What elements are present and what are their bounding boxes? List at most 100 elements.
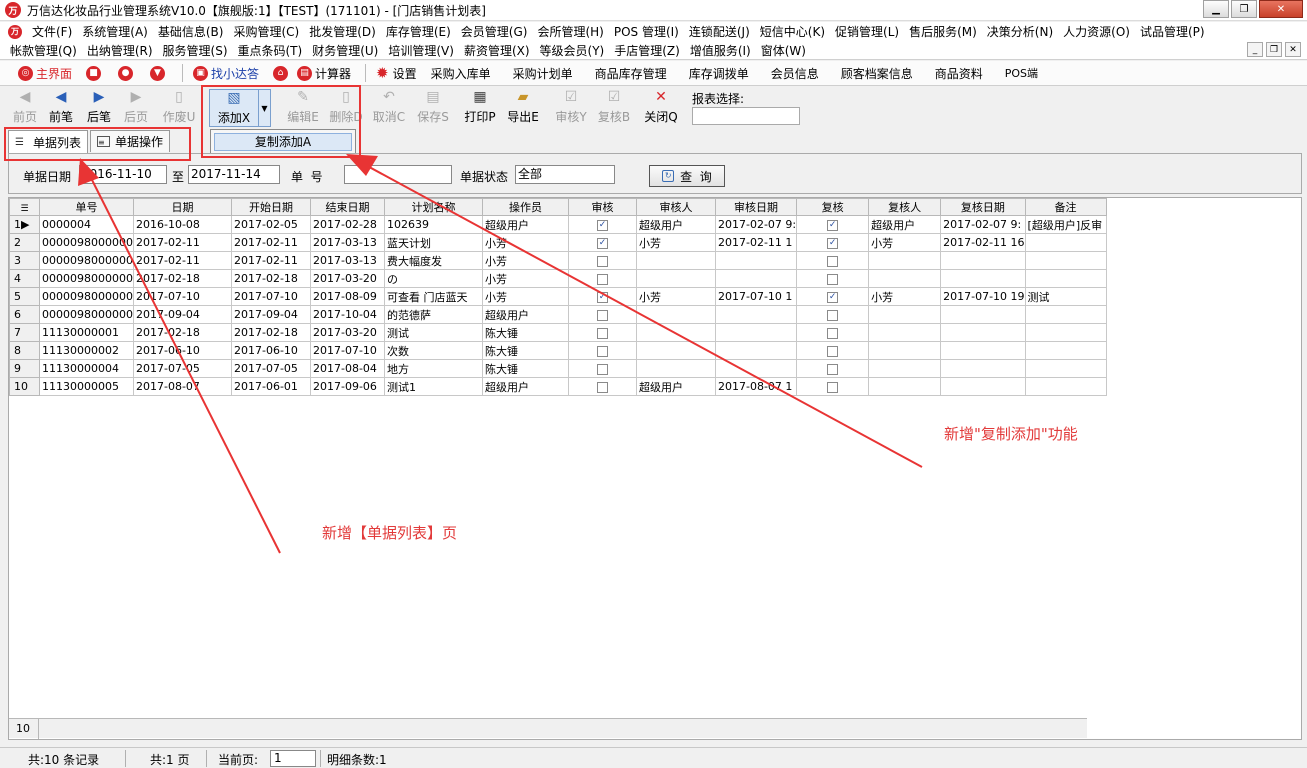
cell-op[interactable]: 陈大锤 [481,323,569,342]
menu-system[interactable]: 系统管理(A) [72,23,148,40]
cell-no[interactable]: 0000098000000 [39,251,134,270]
menu-file[interactable]: 文件(F) [22,23,72,40]
menu-finance[interactable]: 财务管理(U) [302,42,378,59]
cell-review-date[interactable] [940,305,1026,324]
cell-date[interactable]: 2017-02-11 [132,233,232,252]
cell-op[interactable]: 小芳 [481,269,569,288]
menu-salary[interactable]: 薪资管理(X) [454,42,530,59]
menu-basic-info[interactable]: 基础信息(B) [148,23,224,40]
audit-cell[interactable] [567,323,637,342]
cell-date[interactable]: 2017-09-04 [132,305,232,324]
cell-audit-date[interactable]: 2017-02-11 1 [714,233,798,252]
audit-checkbox[interactable] [596,381,608,393]
row-indicator-header[interactable]: ☰ [9,198,40,216]
reaudit-button[interactable]: ☑ 复核B [595,89,633,127]
row-number[interactable]: 8 [9,341,40,360]
menu-club[interactable]: 会所管理(H) [527,23,603,40]
cell-end[interactable]: 2017-08-04 [309,359,385,378]
cell-date[interactable]: 2017-06-10 [132,341,232,360]
shield-button[interactable]: ▼ [150,65,168,81]
restore-icon[interactable]: ❐ [1231,0,1257,18]
date-from-field[interactable]: 2016-11-10 [79,165,167,184]
menu-pos[interactable]: POS 管理(I) [604,23,679,40]
date-to-field[interactable]: 2017-11-14 [188,165,280,184]
menu-sms[interactable]: 短信中心(K) [750,23,825,40]
cell-start[interactable]: 2017-02-11 [230,251,311,270]
link-member-info[interactable]: 会员信息 [771,65,819,82]
menu-barcode[interactable]: 重点条码(T) [228,42,303,59]
cell-auditor[interactable] [635,251,716,270]
menu-member[interactable]: 会员管理(G) [451,23,528,40]
table-row[interactable]: 6 0000098000000 2017-09-04 2017-09-04 2017-1… [9,305,1107,324]
cell-reviewer[interactable] [868,377,942,396]
cell-auditor[interactable]: 超级用户 [635,377,716,396]
cell-start[interactable]: 2017-06-10 [230,341,311,360]
cell-name[interactable]: 次数 [383,341,483,360]
menu-distribution[interactable]: 连锁配送(J) [679,23,750,40]
export-button[interactable]: ▰ 导出E [504,89,542,127]
col-plan-name[interactable]: 计划名称 [383,198,483,216]
cell-auditor[interactable] [635,341,716,360]
cell-review-date[interactable] [940,323,1026,342]
menu-inventory[interactable]: 库存管理(E) [376,23,451,40]
cell-review-date[interactable]: 2017-02-07 9: [940,215,1026,234]
chat-button[interactable]: ● [118,65,136,81]
cell-remark[interactable] [1024,377,1107,396]
cell-name[interactable]: 蓝天计划 [383,233,483,252]
cell-reviewer[interactable]: 小芳 [868,287,942,306]
col-audit[interactable]: 审核 [567,198,637,216]
current-page-field[interactable]: 1 [270,750,316,767]
cell-date[interactable]: 2017-07-10 [132,287,232,306]
cell-remark[interactable]: [超级用户]反审 [1024,215,1107,234]
next-record-button[interactable]: ▶ 后笔 [80,89,118,127]
table-row[interactable]: 7 11130000001 2017-02-18 2017-02-18 2017-03-… [9,323,1107,342]
review-checkbox[interactable] [827,219,839,231]
review-checkbox[interactable] [827,291,839,303]
cell-name[interactable]: 测试1 [383,377,483,396]
menu-promotion[interactable]: 促销管理(L) [825,23,899,40]
cell-start[interactable]: 2017-02-05 [230,215,311,234]
table-row[interactable]: 3 0000098000000 2017-02-11 2017-02-11 2017-0… [9,251,1107,270]
menu-hand-store[interactable]: 手店管理(Z) [604,42,680,59]
menu-level-member[interactable]: 等级会员(Y) [530,42,605,59]
cell-end[interactable]: 2017-03-13 [309,251,385,270]
cell-auditor[interactable] [635,269,716,288]
row-number[interactable]: 10 [9,377,40,396]
cell-review-date[interactable] [940,359,1026,378]
status-select[interactable]: 全部 [515,165,615,184]
cell-op[interactable]: 小芳 [481,251,569,270]
cancel-button[interactable]: ↶ 取消C [370,89,408,127]
cell-reviewer[interactable]: 超级用户 [868,215,942,234]
cell-auditor[interactable] [635,359,716,378]
last-page-button[interactable]: ▶ 后页 [117,89,155,127]
cell-no[interactable]: 11130000002 [39,341,134,360]
menu-window[interactable]: 窗体(W) [751,42,806,59]
mdi-close-icon[interactable]: ✕ [1285,42,1301,57]
col-auditor[interactable]: 审核人 [635,198,716,216]
cell-start[interactable]: 2017-07-10 [230,287,311,306]
audit-checkbox[interactable] [596,327,608,339]
void-button[interactable]: ▯ 作废U [160,89,198,127]
cell-remark[interactable] [1024,269,1107,288]
cell-no[interactable]: 0000098000000 [39,233,134,252]
review-cell[interactable] [796,377,870,396]
cell-audit-date[interactable] [714,269,798,288]
review-cell[interactable] [796,287,870,306]
menu-hr[interactable]: 人力资源(O) [1053,23,1130,40]
cell-name[interactable]: 地方 [383,359,483,378]
review-checkbox[interactable] [827,381,839,393]
col-remark[interactable]: 备注 [1024,198,1107,216]
table-row[interactable]: 8 11130000002 2017-06-10 2017-06-10 2017-07-… [9,341,1107,360]
link-product-info[interactable]: 商品资料 [935,65,983,82]
col-operator[interactable]: 操作员 [481,198,569,216]
cell-end[interactable]: 2017-03-20 [309,323,385,342]
link-stock-manage[interactable]: 商品库存管理 [595,65,667,82]
col-date[interactable]: 日期 [132,198,232,216]
review-checkbox[interactable] [827,273,839,285]
cell-op[interactable]: 陈大锤 [481,359,569,378]
cell-name[interactable]: 的范德萨 [383,305,483,324]
audit-cell[interactable] [567,341,637,360]
cell-name[interactable]: の [383,269,483,288]
home-button[interactable]: ◎ 主界面 [18,65,72,82]
lock-button[interactable]: ■ [86,65,104,81]
